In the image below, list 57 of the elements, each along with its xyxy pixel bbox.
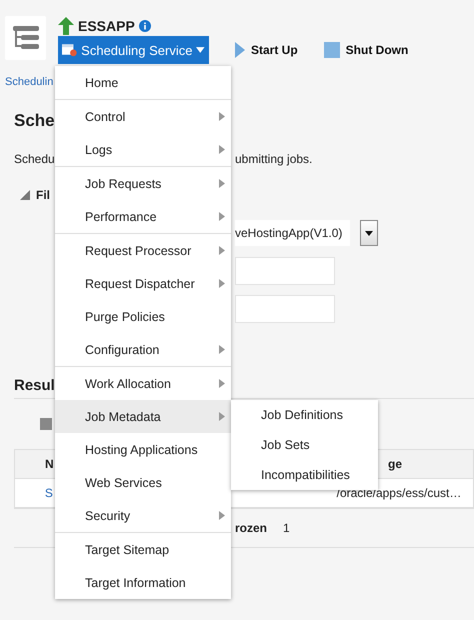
select-value: veHostingApp(V1.0): [235, 220, 350, 246]
menu-item[interactable]: Web Services: [55, 466, 231, 499]
filter-label: Fil: [36, 188, 50, 202]
page-title: Sche: [14, 111, 55, 131]
column-header: ge: [387, 457, 404, 471]
submenu-item[interactable]: Job Sets: [231, 430, 378, 460]
menu-item[interactable]: Request Dispatcher: [55, 267, 231, 300]
shut-down-button[interactable]: Shut Down: [324, 42, 408, 58]
tree-view-button[interactable]: [5, 16, 46, 60]
caret-icon: [219, 246, 225, 255]
info-icon: [138, 20, 151, 32]
stop-icon: [324, 42, 340, 58]
submenu-item[interactable]: Job Definitions: [231, 400, 378, 430]
select-dropdown-button[interactable]: [360, 220, 378, 246]
input-field[interactable]: [235, 257, 335, 285]
caret-icon: [219, 379, 225, 388]
caret-icon: [219, 112, 225, 121]
results-title: Resul: [14, 377, 55, 394]
description-text: Schedu: [14, 152, 55, 166]
table-icon: [40, 418, 52, 430]
play-icon: [235, 42, 245, 58]
breadcrumb-link[interactable]: Schedulin: [5, 76, 54, 88]
caret-icon: [219, 212, 225, 221]
menu-item[interactable]: Performance: [55, 200, 231, 233]
caret-icon: [219, 345, 225, 354]
menu-item[interactable]: Target Information: [55, 566, 231, 599]
caret-icon: [219, 279, 225, 288]
menu-item[interactable]: Control: [55, 100, 231, 133]
menu-item[interactable]: Purge Policies: [55, 300, 231, 333]
column-header: N: [44, 457, 55, 471]
caret-icon: [219, 511, 225, 520]
app-title: ESSAPP: [78, 18, 135, 34]
menu-item[interactable]: Job Requests: [55, 167, 231, 200]
summary-value: 1: [283, 521, 290, 535]
caret-icon: [219, 412, 225, 421]
menu-item[interactable]: Configuration: [55, 333, 231, 366]
calendar-clock-icon: [62, 43, 78, 57]
caret-icon: [219, 145, 225, 154]
summary-label: rozen: [235, 521, 268, 535]
input-field[interactable]: [235, 295, 335, 323]
dropdown-arrow-icon: [196, 47, 205, 53]
menu-item[interactable]: Work Allocation: [55, 367, 231, 400]
tree-icon: [12, 25, 38, 51]
menu-item[interactable]: Hosting Applications: [55, 433, 231, 466]
start-up-button[interactable]: Start Up: [235, 42, 298, 58]
menu-item[interactable]: Target Sitemap: [55, 533, 231, 566]
expand-triangle-icon[interactable]: [20, 190, 30, 200]
dropdown-arrow-icon: [365, 230, 374, 236]
menu-item[interactable]: Home: [55, 66, 231, 99]
menu-item[interactable]: Request Processor: [55, 234, 231, 267]
description-text: ubmitting jobs.: [235, 152, 312, 166]
menu-item[interactable]: Security: [55, 499, 231, 532]
menu-item[interactable]: Logs: [55, 133, 231, 166]
caret-icon: [219, 179, 225, 188]
menu-item[interactable]: Job Metadata: [55, 400, 231, 433]
service-menu-button[interactable]: Scheduling Service: [58, 36, 209, 64]
up-arrow-icon: [58, 17, 74, 35]
